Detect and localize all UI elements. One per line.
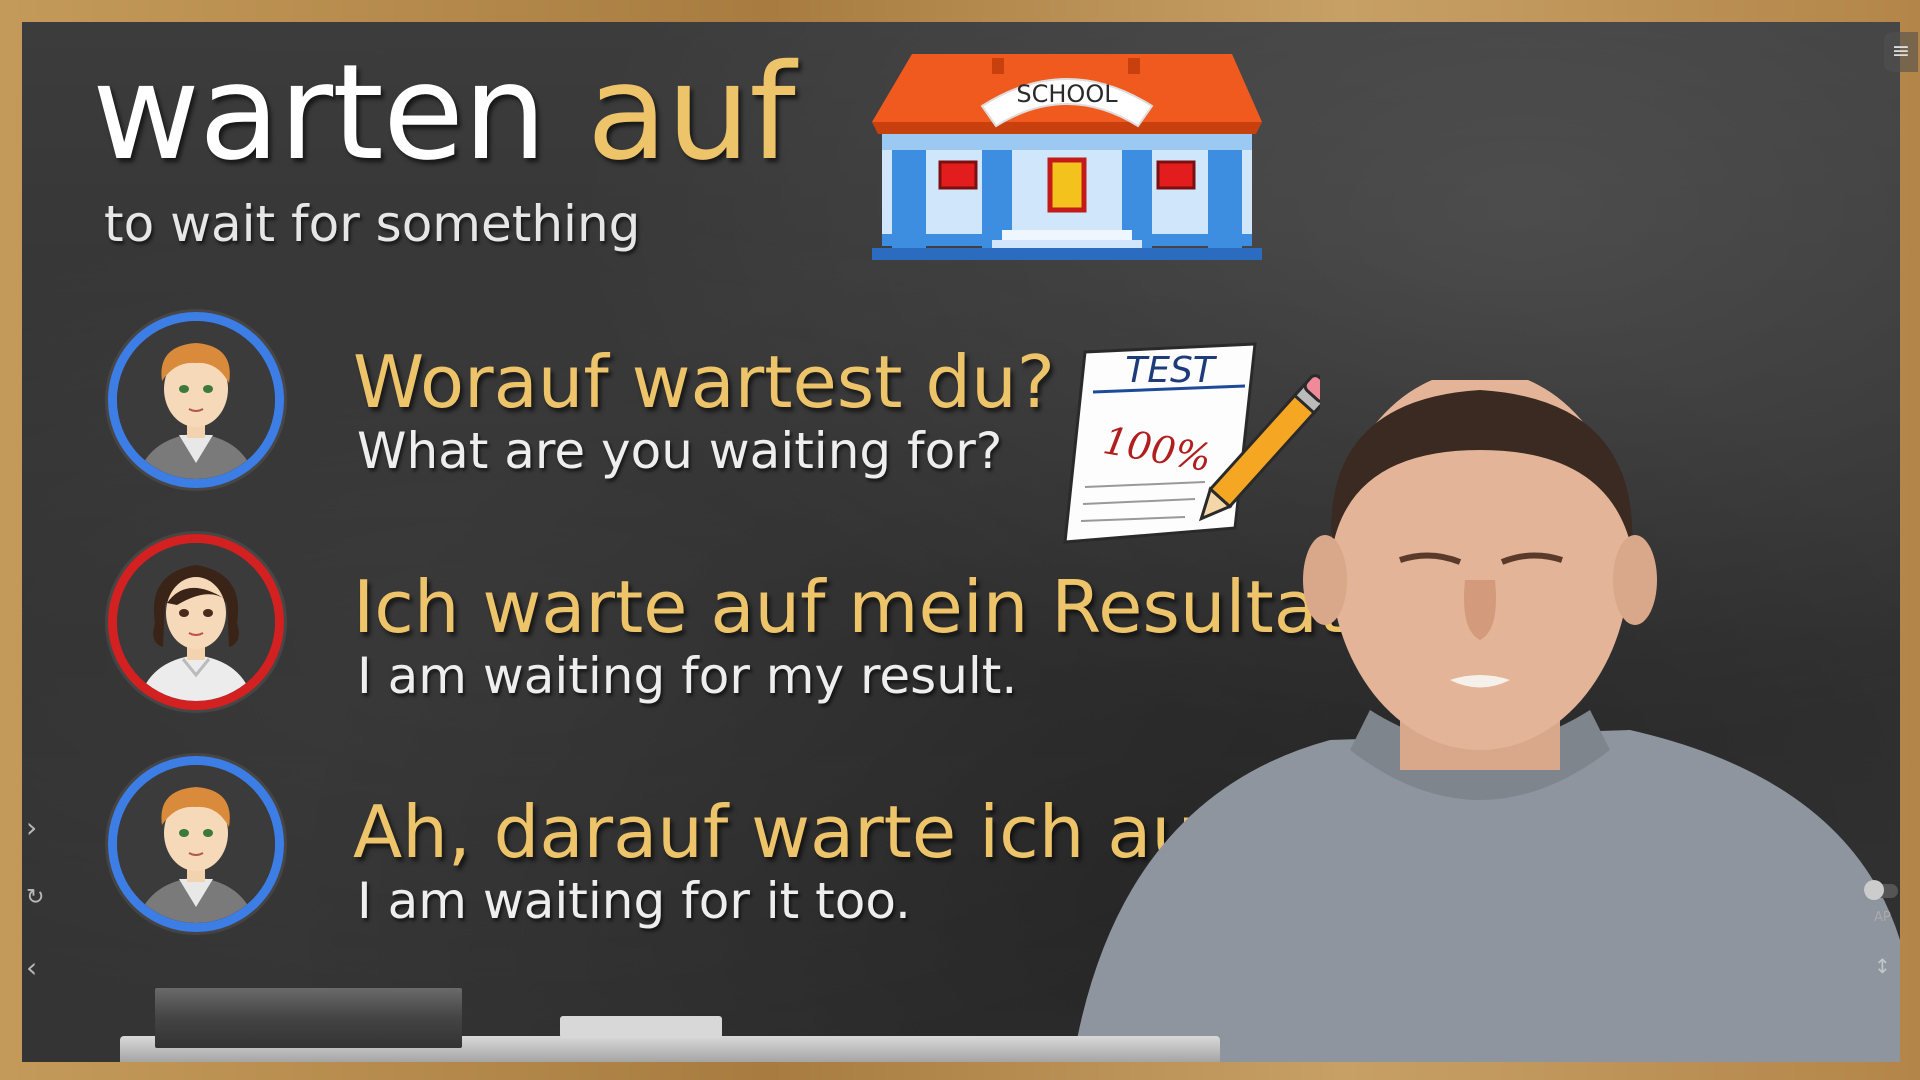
avatar-girl: [108, 534, 284, 710]
chevron-left-icon[interactable]: ‹: [26, 954, 37, 982]
presenter-video: [1072, 380, 1900, 1062]
dialogue-english-2: I am waiting for my result.: [357, 647, 1018, 705]
title-preposition: auf: [586, 36, 796, 190]
autoplay-toggle-knob: [1864, 880, 1884, 900]
replay-icon[interactable]: ↻: [26, 884, 44, 912]
chalkboard: warten auf to wait for something SCHOOL: [22, 22, 1900, 1062]
chalk-stick: [560, 1016, 722, 1038]
school-sign-text: SCHOOL: [1016, 80, 1118, 108]
autoplay-label: AP: [1874, 910, 1891, 925]
dialogue-english-3: I am waiting for it too.: [357, 872, 911, 930]
title-verb: warten: [92, 36, 547, 190]
dialogue-english-1: What are you waiting for?: [357, 422, 1003, 480]
page-subtitle: to wait for something: [104, 195, 641, 253]
expand-icon[interactable]: ↕: [1874, 952, 1891, 980]
page-title: warten auf: [92, 36, 796, 190]
chevron-right-icon[interactable]: ›: [26, 814, 37, 842]
menu-icon[interactable]: ≡: [1884, 32, 1918, 72]
avatar-boy: [108, 756, 284, 932]
eraser: [155, 988, 462, 1048]
school-building-illustration: SCHOOL: [872, 54, 1262, 260]
dialogue-german-1: Worauf wartest du?: [353, 340, 1055, 424]
autoplay-toggle[interactable]: [1864, 880, 1898, 900]
avatar-boy: [108, 312, 284, 488]
